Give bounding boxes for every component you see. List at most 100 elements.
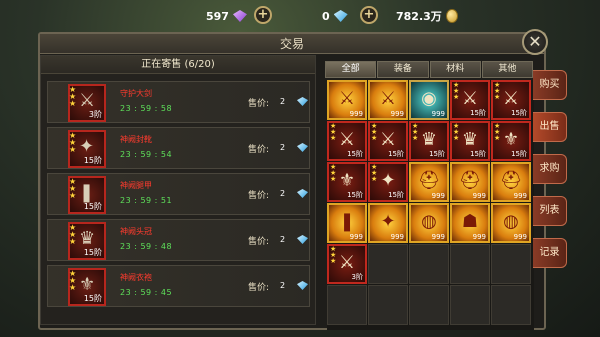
inventory-item[interactable]: ◍ 999 [409, 203, 449, 243]
tab-2[interactable]: 材料 [429, 61, 481, 78]
inventory-item[interactable]: ⛑ 999 [450, 162, 490, 202]
consignment-row[interactable]: ★ ★ ★ ♛ 15阶 神阙头冠 23 : 59 : 48 售价: 2 [47, 219, 310, 261]
consignment-list: 正在寄售 (6/20) ★ ★ ★ ⚔ 3阶 守护大剑 23 : 59 : 58 售价: 2 ★ ★… [40, 55, 316, 325]
price-value: 2 [280, 281, 286, 290]
purple-gem-balance: 597 [206, 7, 247, 25]
empty-slot[interactable] [450, 285, 490, 325]
tab-1[interactable]: 装备 [377, 61, 429, 78]
item-quantity: 15阶 [347, 191, 363, 199]
blue-gem-balance: 0 [322, 7, 348, 25]
price-value: 2 [280, 97, 286, 106]
item-quantity: 15阶 [511, 150, 527, 158]
side-button-3[interactable]: 列表 [533, 196, 567, 226]
price-value: 2 [280, 143, 286, 152]
equipment-icon: ❚ [79, 182, 95, 203]
inventory-item[interactable]: ★ ★ ★ ♛ 15阶 [450, 121, 490, 161]
inventory-item[interactable]: ✦ 999 [368, 203, 408, 243]
blue-gem-icon [333, 10, 348, 22]
star-icon: ★ ★ ★ [69, 177, 77, 200]
star-icon: ★ ★ ★ [69, 223, 77, 246]
inventory-item[interactable]: ★ ★ ★ ⚔ 15阶 [327, 121, 367, 161]
side-button-2[interactable]: 求购 [533, 154, 567, 184]
item-quantity: 999 [513, 233, 527, 241]
item-icon: ★ ★ ★ ⚔ 3阶 [68, 84, 106, 122]
item-icon: ◉ [421, 88, 437, 109]
side-button-4[interactable]: 记录 [533, 238, 567, 268]
item-icon: ⚔ [502, 88, 520, 109]
item-name: 神阙头冠 [120, 227, 152, 236]
inventory-item[interactable]: ☗ 999 [450, 203, 490, 243]
gold-coin-icon [445, 9, 458, 23]
item-icon: ✦ [380, 211, 396, 232]
item-icon: ⛑ [417, 170, 441, 191]
empty-slot[interactable] [368, 285, 408, 325]
blue-gem-icon [297, 281, 308, 290]
item-name: 神阙腿甲 [120, 181, 152, 190]
item-quantity: 3阶 [351, 273, 363, 281]
item-quantity: 999 [472, 233, 486, 241]
consignment-row[interactable]: ★ ★ ★ ❚ 15阶 神阙腿甲 23 : 59 : 51 售价: 2 [47, 173, 310, 215]
consignment-header: 正在寄售 (6/20) [41, 56, 315, 74]
empty-slot[interactable] [327, 285, 367, 325]
inventory-item[interactable]: ★ ★ ★ ⚜ 15阶 [491, 121, 531, 161]
item-quantity: 999 [349, 233, 363, 241]
empty-slot[interactable] [450, 244, 490, 284]
inventory-item[interactable]: ⛑ 999 [491, 162, 531, 202]
inventory-item[interactable]: ⚔ 999 [368, 80, 408, 120]
empty-slot[interactable] [491, 285, 531, 325]
gold-balance: 782.3万 [396, 7, 458, 25]
equipment-icon: ♛ [79, 228, 96, 249]
item-icon: ⚜ [338, 170, 356, 191]
item-icon: ★ ★ ★ ⚜ 15阶 [68, 268, 106, 306]
item-icon: ⚔ [379, 88, 397, 109]
item-icon: ⛑ [499, 170, 523, 191]
star-icon: ★ ★ ★ [69, 85, 77, 108]
item-quantity: 15阶 [347, 150, 363, 158]
equipment-icon: ✦ [79, 136, 95, 157]
consignment-row[interactable]: ★ ★ ★ ⚔ 3阶 守护大剑 23 : 59 : 58 售价: 2 [47, 81, 310, 123]
inventory-item[interactable]: ★ ★ ★ ♛ 15阶 [409, 121, 449, 161]
item-icon: ◍ [503, 211, 519, 232]
empty-slot[interactable] [368, 244, 408, 284]
item-icon: ☗ [461, 211, 479, 232]
equipment-icon: ⚔ [79, 90, 96, 111]
inventory-item[interactable]: ★ ★ ★ ⚔ 15阶 [491, 80, 531, 120]
item-quantity: 999 [431, 110, 445, 118]
item-icon: ⚔ [338, 252, 356, 273]
item-level: 15阶 [83, 248, 102, 257]
inventory-item[interactable]: ⛑ 999 [409, 162, 449, 202]
empty-slot[interactable] [409, 285, 449, 325]
blue-gem-icon [297, 189, 308, 198]
item-quantity: 999 [390, 110, 404, 118]
item-level: 3阶 [88, 110, 102, 119]
inventory-item[interactable]: ⚔ 999 [327, 80, 367, 120]
item-name: 神阙衣袍 [120, 273, 152, 282]
consignment-row[interactable]: ★ ★ ★ ⚜ 15阶 神阙衣袍 23 : 59 : 45 售价: 2 [47, 265, 310, 307]
add-blue-gem-button[interactable]: + [360, 6, 378, 24]
inventory-item[interactable]: ★ ★ ★ ⚔ 15阶 [368, 121, 408, 161]
add-purple-gem-button[interactable]: + [254, 6, 272, 24]
close-button[interactable]: ✕ [522, 29, 548, 55]
item-quantity: 999 [472, 192, 486, 200]
item-icon: ⚔ [461, 88, 479, 109]
item-icon: ★ ★ ★ ❚ 15阶 [68, 176, 106, 214]
inventory-item[interactable]: ★ ★ ★ ⚔ 3阶 [327, 244, 367, 284]
price-label: 售价: [248, 237, 270, 247]
inventory-item[interactable]: ◍ 999 [491, 203, 531, 243]
inventory-item[interactable]: ★ ★ ★ ✦ 15阶 [368, 162, 408, 202]
item-level: 15阶 [83, 156, 102, 165]
consignment-row[interactable]: ★ ★ ★ ✦ 15阶 神阙封靴 23 : 59 : 54 售价: 2 [47, 127, 310, 169]
tab-0[interactable]: 全部 [325, 61, 377, 78]
empty-slot[interactable] [409, 244, 449, 284]
inventory-item[interactable]: ★ ★ ★ ⚔ 15阶 [450, 80, 490, 120]
empty-slot[interactable] [491, 244, 531, 284]
tab-3[interactable]: 其他 [481, 61, 533, 78]
item-icon: ⛑ [458, 170, 482, 191]
inventory-item[interactable]: ◉ 999 [409, 80, 449, 120]
remaining-time: 23 : 59 : 45 [120, 288, 173, 297]
side-button-0[interactable]: 购买 [533, 70, 567, 100]
side-button-1[interactable]: 出售 [533, 112, 567, 142]
price-value: 2 [280, 235, 286, 244]
inventory-item[interactable]: ★ ★ ★ ⚜ 15阶 [327, 162, 367, 202]
inventory-item[interactable]: ❚ 999 [327, 203, 367, 243]
